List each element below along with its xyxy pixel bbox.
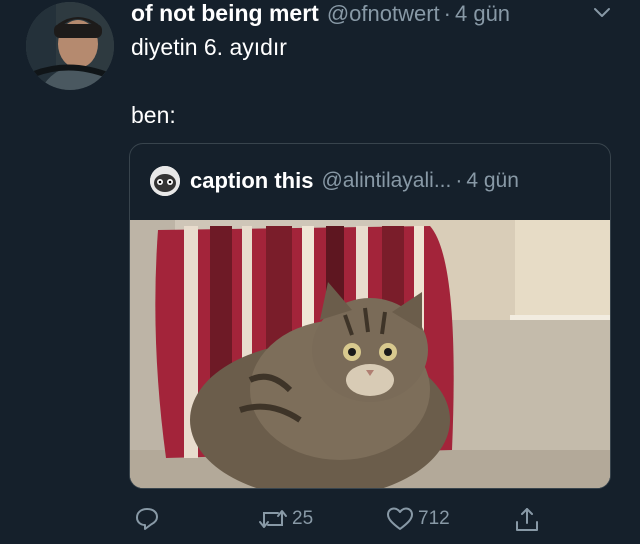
tweet-text-line-1: diyetin 6. ayıdır bbox=[131, 34, 287, 60]
chevron-down-icon[interactable] bbox=[592, 6, 612, 20]
quoted-author-name[interactable]: caption this bbox=[190, 168, 313, 194]
reply-icon bbox=[136, 508, 158, 530]
share-button[interactable] bbox=[514, 506, 540, 534]
author-name[interactable]: of not being mert bbox=[131, 0, 319, 27]
separator-dot: · bbox=[443, 1, 451, 26]
tweet-timestamp[interactable]: 4 gün bbox=[455, 1, 510, 27]
tweet-actions-bar: 25 712 bbox=[0, 500, 640, 540]
tweet-header: of not being mert @ofnotwert · 4 gün bbox=[131, 0, 510, 32]
retweet-icon bbox=[259, 510, 287, 528]
quoted-tweet-timestamp[interactable]: 4 gün bbox=[466, 169, 519, 193]
author-avatar[interactable] bbox=[26, 2, 114, 90]
quoted-tweet-header: caption this @alintilayali... · 4 gün bbox=[150, 166, 519, 196]
quoted-author-handle[interactable]: @alintilayali... bbox=[321, 169, 451, 193]
separator-dot: · bbox=[455, 169, 463, 192]
retweet-button[interactable]: 25 bbox=[258, 506, 313, 532]
quoted-tweet-card[interactable]: caption this @alintilayali... · 4 gün bbox=[129, 143, 611, 489]
quoted-tweet-image[interactable] bbox=[130, 220, 610, 488]
retweet-count: 25 bbox=[292, 508, 314, 529]
heart-icon bbox=[387, 507, 413, 530]
tweet-text-line-2: ben: bbox=[131, 102, 176, 128]
like-button[interactable]: 712 bbox=[386, 506, 450, 532]
share-icon bbox=[516, 508, 538, 531]
quoted-author-avatar[interactable] bbox=[150, 166, 180, 196]
author-handle[interactable]: @ofnotwert bbox=[327, 1, 440, 27]
like-count: 712 bbox=[418, 508, 450, 529]
reply-button[interactable] bbox=[134, 506, 160, 532]
